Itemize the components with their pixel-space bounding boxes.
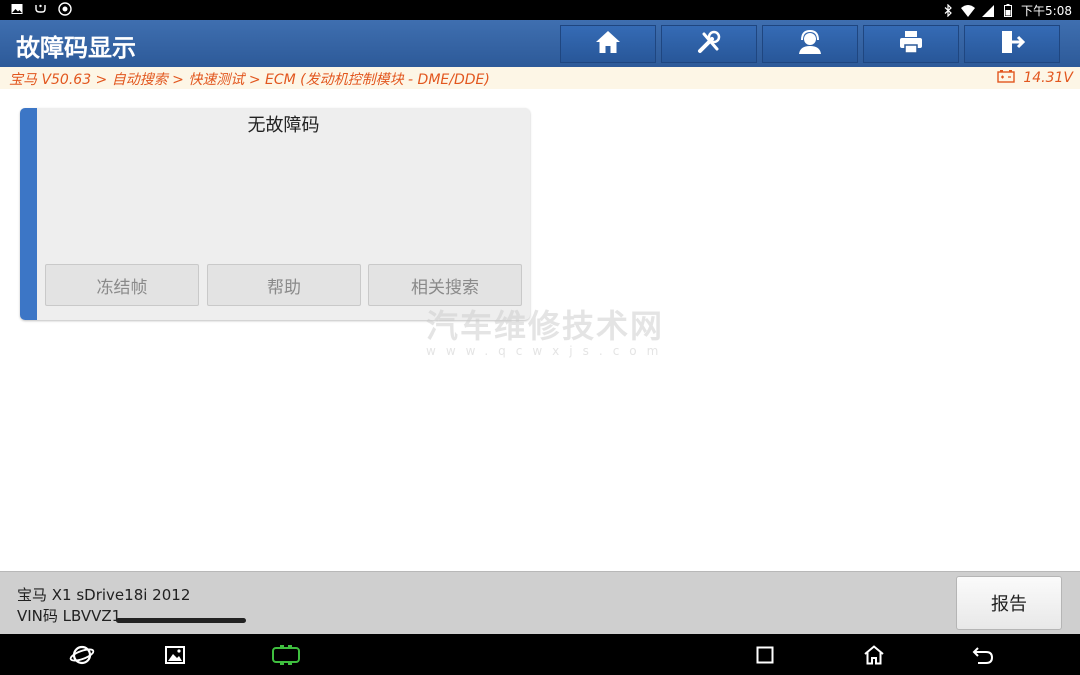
watermark-title: 汽车维修技术网 — [426, 307, 665, 345]
vehicle-info-bar: 宝马 X1 sDrive18i 2012 VIN码 LBVVZ1 报告 — [0, 571, 1080, 634]
breadcrumb-path: 宝马 V50.63 > 自动搜索 > 快速测试 > ECM (发动机控制模块 -… — [9, 72, 490, 88]
dtc-card: 无故障码 冻结帧 帮助 相关搜索 — [20, 108, 530, 320]
support-agent-icon — [796, 29, 824, 59]
exit-icon — [999, 29, 1026, 59]
navigation-bar — [0, 634, 1080, 675]
report-button[interactable]: 报告 — [956, 576, 1062, 630]
status-bar: 下午5:08 — [0, 0, 1080, 20]
watermark: 汽车维修技术网 www.qcwxjs.com — [426, 308, 666, 360]
home-icon — [595, 30, 621, 58]
status-left-icons — [10, 2, 72, 16]
page-title: 故障码显示 — [16, 34, 136, 62]
recent-apps-icon[interactable] — [752, 642, 778, 668]
vehicle-vin: VIN码 LBVVZ1 — [17, 607, 122, 625]
battery-icon — [1001, 4, 1015, 18]
watermark-url: www.qcwxjs.com — [426, 344, 669, 358]
freeze-frame-button[interactable]: 冻结帧 — [45, 264, 199, 306]
print-button[interactable] — [863, 25, 959, 63]
status-time: 下午5:08 — [1021, 4, 1072, 18]
browser-icon[interactable] — [69, 642, 95, 668]
vin-redaction — [116, 618, 246, 623]
status-right-icons: 下午5:08 — [941, 2, 1072, 19]
gallery-icon[interactable] — [162, 642, 188, 668]
related-search-button[interactable]: 相关搜索 — [368, 264, 522, 306]
home-nav-icon[interactable] — [861, 642, 887, 668]
no-dtc-message: 无故障码 — [247, 115, 320, 136]
image-icon — [10, 2, 24, 16]
voltage-value: 14.31V — [1023, 70, 1073, 86]
vehicle-model: 宝马 X1 sDrive18i 2012 — [17, 586, 191, 604]
support-button[interactable] — [762, 25, 858, 63]
card-accent-bar — [20, 108, 37, 320]
home-button[interactable] — [560, 25, 656, 63]
title-bar: 故障码显示 — [0, 20, 1080, 67]
diagnose-tools-button[interactable] — [661, 25, 757, 63]
bluetooth-icon — [941, 4, 955, 18]
usb-icon — [34, 2, 48, 16]
settings-circle-icon — [58, 2, 72, 16]
battery-voltage-icon — [997, 69, 1016, 87]
signal-icon — [981, 4, 995, 18]
voltage-indicator: 14.31V — [997, 69, 1073, 87]
back-icon[interactable] — [970, 642, 996, 668]
help-button[interactable]: 帮助 — [207, 264, 361, 306]
breadcrumb: 宝马 V50.63 > 自动搜索 > 快速测试 > ECM (发动机控制模块 -… — [0, 67, 1080, 89]
vci-icon[interactable] — [270, 642, 302, 668]
print-icon — [898, 30, 924, 58]
exit-button[interactable] — [964, 25, 1060, 63]
wifi-icon — [961, 4, 976, 18]
diagnose-tools-icon — [696, 29, 722, 59]
